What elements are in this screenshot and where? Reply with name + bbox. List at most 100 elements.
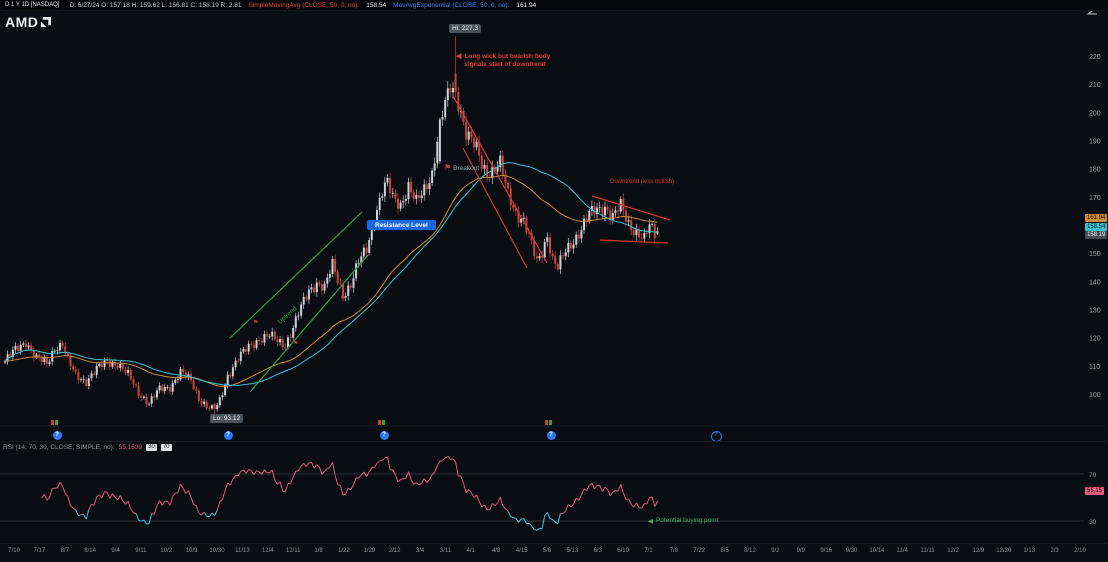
candle[interactable]	[381, 193, 383, 200]
candle[interactable]	[240, 348, 242, 365]
candle[interactable]	[161, 384, 163, 393]
candle[interactable]	[49, 359, 51, 366]
candle[interactable]	[353, 274, 355, 293]
candle[interactable]	[549, 233, 551, 258]
candle[interactable]	[373, 221, 375, 231]
candle[interactable]	[70, 352, 72, 370]
candle[interactable]	[72, 364, 74, 372]
candle[interactable]	[360, 252, 362, 267]
candle[interactable]	[504, 169, 506, 188]
candle[interactable]	[59, 340, 61, 354]
candle[interactable]	[347, 281, 349, 300]
candle[interactable]	[174, 378, 176, 386]
candle[interactable]	[418, 191, 420, 201]
candle[interactable]	[256, 338, 258, 350]
downtrend-line[interactable]	[600, 240, 668, 243]
candle[interactable]	[580, 226, 582, 243]
candle[interactable]	[575, 232, 577, 248]
candle[interactable]	[159, 382, 161, 393]
candle[interactable]	[324, 281, 326, 294]
candle[interactable]	[258, 336, 260, 345]
candle[interactable]	[46, 354, 48, 367]
candle[interactable]	[484, 160, 486, 175]
candle[interactable]	[22, 341, 24, 347]
candle[interactable]	[651, 222, 653, 227]
rsi-study-label[interactable]: RSI (14, 70, 30, CLOSE, SIMPLE, no):	[3, 444, 115, 451]
candle[interactable]	[449, 84, 451, 97]
candle[interactable]	[536, 252, 538, 263]
candle[interactable]	[117, 363, 119, 370]
candle[interactable]	[436, 137, 438, 168]
candle[interactable]	[392, 188, 394, 198]
candle[interactable]	[216, 403, 218, 412]
candle[interactable]	[164, 384, 166, 395]
candle[interactable]	[122, 361, 124, 373]
candle[interactable]	[229, 372, 231, 378]
candle[interactable]	[350, 283, 352, 290]
candle[interactable]	[400, 200, 402, 212]
candle[interactable]	[153, 394, 155, 401]
candle[interactable]	[586, 213, 588, 227]
candle[interactable]	[612, 208, 614, 224]
candle[interactable]	[355, 260, 357, 281]
candle[interactable]	[486, 160, 488, 183]
candle[interactable]	[646, 229, 648, 237]
candle[interactable]	[599, 202, 601, 213]
candle[interactable]	[622, 194, 624, 216]
candle[interactable]	[478, 136, 480, 162]
candle[interactable]	[41, 355, 43, 365]
candle[interactable]	[481, 152, 483, 173]
candle[interactable]	[334, 254, 336, 276]
candle[interactable]	[193, 379, 195, 391]
candle[interactable]	[379, 192, 381, 215]
candle[interactable]	[332, 256, 334, 277]
candle[interactable]	[633, 227, 635, 238]
candle[interactable]	[266, 330, 268, 340]
candle[interactable]	[371, 222, 373, 245]
candle[interactable]	[318, 280, 320, 287]
candle[interactable]	[402, 195, 404, 208]
candle[interactable]	[455, 36, 457, 97]
candle[interactable]	[468, 127, 470, 145]
sma-study-label[interactable]: SimpleMovingAvg (CLOSE, 50, 0, no):	[248, 2, 359, 9]
candle[interactable]	[12, 347, 14, 361]
candle[interactable]	[554, 252, 556, 269]
candle[interactable]	[80, 377, 82, 382]
candle[interactable]	[625, 206, 627, 225]
candle[interactable]	[156, 388, 158, 400]
candle[interactable]	[151, 393, 153, 407]
candle[interactable]	[297, 312, 299, 320]
candle[interactable]	[88, 375, 90, 389]
candle[interactable]	[279, 336, 281, 346]
ema-line[interactable]	[5, 176, 657, 387]
candle[interactable]	[609, 205, 611, 224]
candle[interactable]	[431, 168, 433, 186]
candle[interactable]	[308, 285, 310, 304]
candle[interactable]	[428, 177, 430, 195]
candle[interactable]	[96, 362, 98, 378]
candle[interactable]	[570, 240, 572, 251]
candle[interactable]	[368, 237, 370, 255]
candle[interactable]	[387, 174, 389, 186]
candle[interactable]	[518, 206, 520, 227]
candle[interactable]	[261, 338, 263, 345]
candle[interactable]	[316, 278, 318, 297]
candle[interactable]	[649, 219, 651, 239]
candle[interactable]	[295, 313, 297, 332]
candle[interactable]	[242, 347, 244, 354]
candle[interactable]	[321, 280, 323, 295]
sma-line[interactable]	[5, 163, 657, 386]
candle[interactable]	[588, 209, 590, 224]
candle[interactable]	[447, 81, 449, 107]
candle[interactable]	[539, 253, 541, 261]
candle[interactable]	[290, 333, 292, 341]
candle[interactable]	[635, 224, 637, 241]
candle[interactable]	[439, 118, 441, 164]
downtrend-line[interactable]	[453, 96, 547, 263]
candle[interactable]	[180, 367, 182, 381]
candle[interactable]	[91, 370, 93, 381]
candle[interactable]	[64, 343, 66, 357]
candle[interactable]	[300, 302, 302, 319]
candle[interactable]	[329, 270, 331, 282]
candle[interactable]	[397, 193, 399, 214]
